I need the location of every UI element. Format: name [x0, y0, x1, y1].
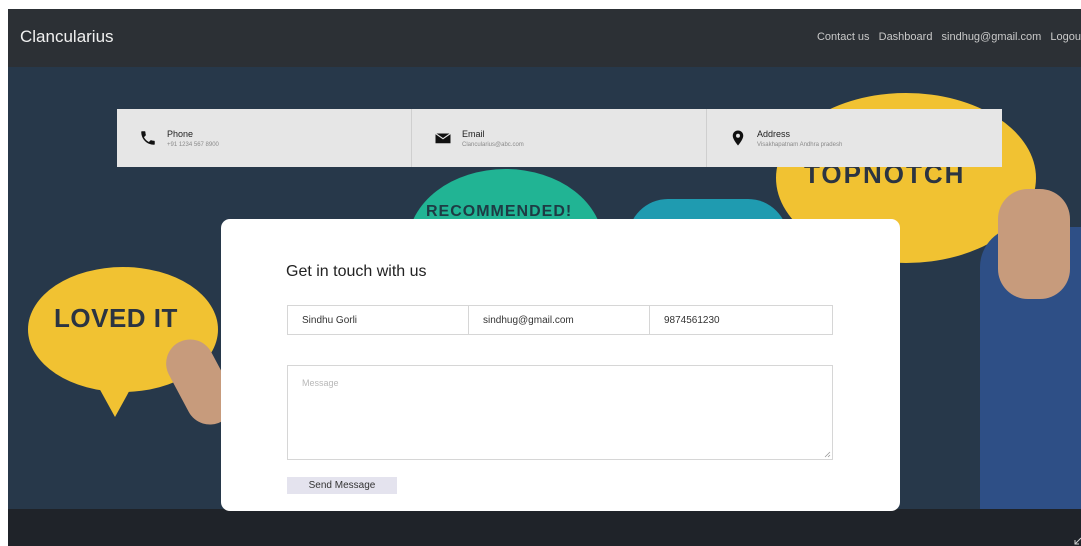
hand-right	[998, 189, 1070, 299]
phone-input[interactable]	[649, 305, 833, 335]
contact-info-phone: Phone +91 1234 567 8900	[117, 109, 412, 167]
contact-info-bar: Phone +91 1234 567 8900 Email Clanculari…	[117, 109, 1002, 167]
nav-contact-us[interactable]: Contact us	[817, 31, 870, 43]
map-pin-icon	[732, 130, 744, 146]
resize-grip-icon[interactable]	[823, 450, 831, 458]
contact-info-email: Email Clancularius@abc.com	[412, 109, 707, 167]
brand-logo[interactable]: Clancularius	[20, 27, 114, 47]
email-value: Clancularius@abc.com	[462, 142, 524, 148]
contact-info-address: Address Visakhapatnam Andhra pradesh	[707, 109, 1002, 167]
form-heading: Get in touch with us	[286, 263, 427, 280]
address-title: Address	[757, 129, 791, 139]
email-title: Email	[462, 129, 485, 139]
contact-form-card: Get in touch with us Send Message	[221, 219, 900, 511]
send-message-button[interactable]: Send Message	[287, 477, 397, 494]
message-textarea[interactable]	[287, 365, 833, 460]
phone-icon	[141, 131, 155, 145]
phone-value: +91 1234 567 8900	[167, 142, 219, 148]
address-value: Visakhapatnam Andhra pradesh	[757, 142, 843, 148]
name-input[interactable]	[287, 305, 469, 335]
speech-bubble-tail	[93, 377, 137, 417]
email-input[interactable]	[468, 305, 650, 335]
nav-dashboard[interactable]: Dashboard	[879, 31, 933, 43]
phone-title: Phone	[167, 129, 194, 139]
nav-user-email[interactable]: sindhug@gmail.com	[942, 31, 1042, 43]
nav-logout[interactable]: Logou	[1050, 31, 1081, 43]
minimize-arrow-icon[interactable]	[1074, 537, 1081, 545]
navbar: Clancularius Contact us Dashboard sindhu…	[8, 9, 1081, 67]
envelope-icon	[435, 133, 451, 144]
nav-links: Contact us Dashboard sindhug@gmail.com L…	[811, 31, 1081, 43]
app-window: Clancularius Contact us Dashboard sindhu…	[8, 9, 1081, 546]
bubble-text-loved-it: LOVED IT	[54, 303, 178, 333]
